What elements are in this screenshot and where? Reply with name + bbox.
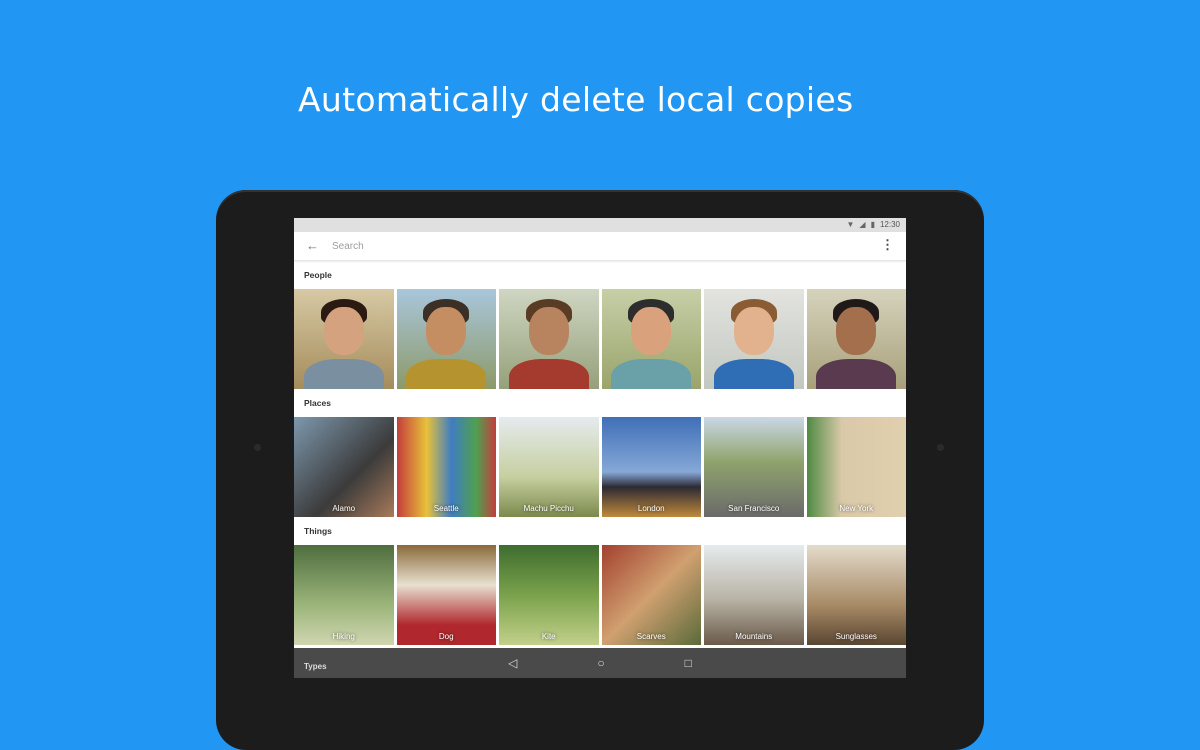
thing-tile[interactable]: Sunglasses [806, 545, 906, 645]
status-time: 12:30 [879, 220, 900, 229]
app-bar: ← ⋮ [294, 232, 906, 261]
person-tile[interactable] [499, 289, 599, 389]
thing-label: Mountains [735, 632, 773, 641]
place-tile[interactable]: Machu Picchu [499, 417, 599, 517]
thing-label: Kite [541, 632, 556, 641]
section-title-things: Things [304, 526, 332, 536]
thing-label: Hiking [332, 632, 355, 641]
place-label: London [637, 504, 665, 513]
place-label: New York [839, 504, 874, 513]
device-screen: ▼ ◢ ▮ 12:30 ← ⋮ People [294, 218, 906, 678]
battery-icon: ▮ [870, 220, 875, 229]
person-tile[interactable] [601, 289, 701, 389]
place-label: Seattle [433, 504, 459, 513]
person-tile[interactable] [396, 289, 496, 389]
section-title-places: Places [304, 398, 331, 408]
place-label: San Francisco [728, 504, 780, 513]
place-label: Machu Picchu [523, 504, 574, 513]
more-options-icon[interactable]: ⋮ [881, 237, 894, 253]
place-tile[interactable]: Alamo [294, 417, 394, 517]
place-tile[interactable]: London [601, 417, 701, 517]
recents-square-icon[interactable]: □ [685, 656, 692, 670]
search-input[interactable] [332, 238, 832, 254]
place-tile[interactable]: New York [806, 417, 906, 517]
person-tile[interactable] [294, 289, 394, 389]
back-triangle-icon[interactable]: ◁ [508, 656, 517, 670]
places-row: Alamo Seattle Machu Picchu London San Fr… [294, 417, 906, 517]
section-title-types: Types [304, 662, 327, 671]
thing-tile[interactable]: Mountains [704, 545, 804, 645]
wifi-icon: ▼ [846, 220, 855, 229]
place-label: Alamo [332, 504, 356, 513]
tablet-sensor [937, 444, 944, 451]
thing-tile[interactable]: Dog [396, 545, 496, 645]
home-circle-icon[interactable]: ○ [597, 656, 604, 670]
place-tile[interactable]: San Francisco [704, 417, 804, 517]
thing-tile[interactable]: Scarves [601, 545, 701, 645]
section-title-people: People [304, 270, 332, 280]
thing-tile[interactable]: Hiking [294, 545, 394, 645]
thing-tile[interactable]: Kite [499, 545, 599, 645]
thing-label: Sunglasses [835, 632, 877, 641]
place-tile[interactable]: Seattle [396, 417, 496, 517]
headline: Automatically delete local copies [298, 80, 854, 119]
tablet-sensor [254, 444, 261, 451]
people-row [294, 289, 906, 389]
thing-label: Dog [438, 632, 454, 641]
signal-icon: ◢ [859, 220, 866, 229]
things-row: Hiking Dog Kite Scarves Mountains Sungla… [294, 545, 906, 645]
person-tile[interactable] [806, 289, 906, 389]
person-tile[interactable] [704, 289, 804, 389]
tablet-device: ▼ ◢ ▮ 12:30 ← ⋮ People [216, 190, 984, 750]
thing-label: Scarves [636, 632, 666, 641]
status-bar: ▼ ◢ ▮ 12:30 [294, 218, 906, 232]
back-arrow-icon[interactable]: ← [306, 238, 319, 253]
nav-bar: Types ◁ ○ □ [294, 648, 906, 678]
